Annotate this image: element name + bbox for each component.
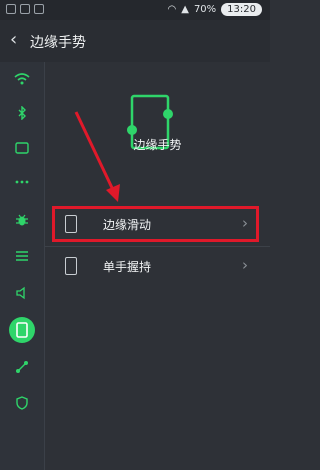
notification-icon — [6, 4, 16, 14]
chevron-right-icon: › — [242, 256, 248, 274]
battery-percent: 70% — [193, 4, 217, 15]
share-icon[interactable] — [9, 354, 35, 380]
annotation-arrow — [74, 111, 120, 202]
wifi-icon[interactable] — [9, 66, 35, 92]
edge-gesture-icon[interactable] — [9, 317, 35, 343]
clock: 13:20 — [221, 3, 262, 16]
list-icon[interactable] — [9, 243, 35, 269]
highlight-box — [52, 206, 259, 242]
chevron-left-icon[interactable]: ‹ — [10, 30, 17, 50]
more-dots-icon[interactable] — [9, 169, 35, 195]
status-notifications — [6, 4, 44, 14]
status-right: ◠ ▲ 70% 13:20 — [167, 3, 262, 16]
phone-hold-icon — [65, 257, 77, 275]
wifi-status-icon: ◠ — [167, 4, 177, 15]
bluetooth-icon[interactable] — [9, 100, 35, 126]
tablet-icon[interactable] — [9, 135, 35, 161]
list-item-label: 单手握持 — [103, 260, 152, 274]
volume-icon[interactable] — [9, 280, 35, 306]
app-header: ‹ 边缘手势 — [0, 20, 270, 62]
page-title: 边缘手势 — [30, 35, 86, 51]
list-item-one-hand-grip[interactable]: 单手握持 › — [45, 248, 270, 286]
status-bar: ◠ ▲ 70% 13:20 — [0, 0, 270, 20]
shield-icon[interactable] — [9, 390, 35, 416]
divider — [45, 246, 270, 247]
notification-icon — [34, 4, 44, 14]
notification-icon — [20, 4, 30, 14]
sidebar — [0, 62, 45, 470]
signal-icon: ▲ — [181, 4, 189, 15]
bug-icon[interactable] — [9, 207, 35, 233]
